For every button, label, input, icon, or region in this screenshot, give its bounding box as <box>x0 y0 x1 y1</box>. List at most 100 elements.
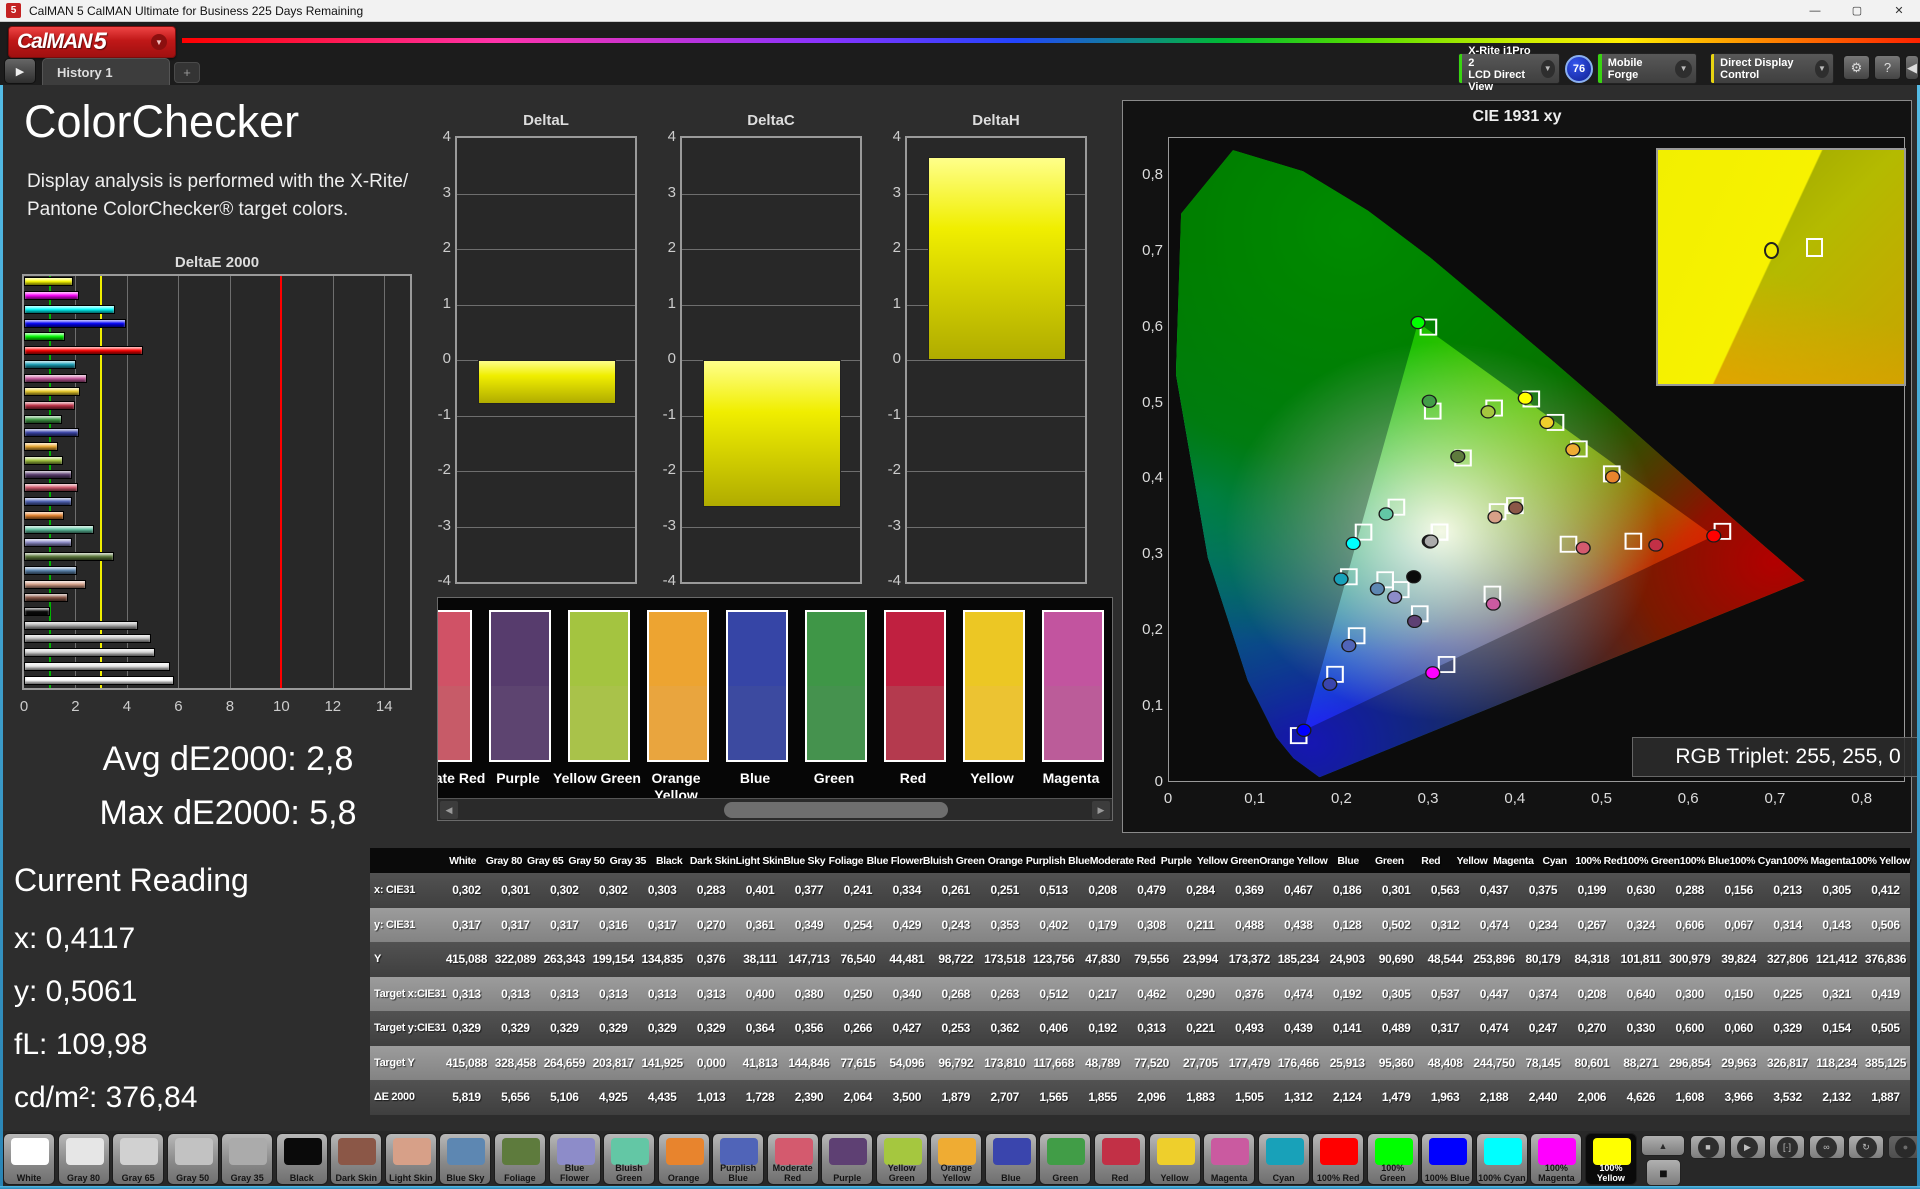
table-cell: 0,563 <box>1430 883 1460 898</box>
strip-scrollbar[interactable]: ◀ ▶ <box>438 798 1112 820</box>
scrollbar-thumb[interactable] <box>724 802 948 818</box>
patch-button-100-yellow[interactable]: 100% Yellow <box>1584 1133 1637 1185</box>
patch-button-gray-65[interactable]: Gray 65 <box>112 1133 165 1185</box>
minimize-button[interactable]: — <box>1794 0 1836 21</box>
patch-button-red[interactable]: Red <box>1094 1133 1146 1185</box>
single-measure-button[interactable]: [·] <box>1769 1135 1805 1159</box>
settings-gear-icon[interactable]: ⚙ <box>1843 55 1870 80</box>
y-tick-label: -3 <box>437 516 451 534</box>
deltae-bar <box>24 661 170 671</box>
table-header-row: White Gray 80 Gray 65 Gray 50 Gray 35 Black Da… <box>370 848 1910 873</box>
table-row-label: Target Y <box>374 1056 415 1069</box>
table-cell: 0,462 <box>1137 986 1166 1001</box>
patch-button-dark-skin[interactable]: Dark Skin <box>330 1133 383 1185</box>
patch-button-light-skin[interactable]: Light Skin <box>384 1133 437 1185</box>
chevron-down-icon: ▼ <box>1675 59 1692 78</box>
table-cell: 0,288 <box>1675 883 1705 898</box>
table-column-header: Cyan <box>1542 854 1567 867</box>
patch-button-green[interactable]: Green <box>1039 1133 1092 1185</box>
table-cell: 0,192 <box>1332 986 1362 1001</box>
gridline <box>457 526 635 528</box>
table-cell: 24,903 <box>1329 952 1365 967</box>
record-button[interactable]: ● <box>1887 1135 1920 1159</box>
table-cell: 0,234 <box>1528 917 1558 932</box>
refresh-button[interactable]: ↻ <box>1848 1135 1884 1159</box>
table-cell: 41,813 <box>742 1055 778 1070</box>
patch-button-yellow-green[interactable]: Yellow Green <box>875 1133 928 1185</box>
patch-swatch <box>963 610 1025 762</box>
patch-button-yellow[interactable]: Yellow <box>1148 1133 1201 1185</box>
patch-button-label: Red <box>1111 1172 1129 1183</box>
display-window-button[interactable]: ■ <box>1646 1159 1681 1186</box>
table-cell: 0,429 <box>892 917 922 932</box>
help-icon[interactable]: ? <box>1874 55 1901 80</box>
logo-version: 5 <box>93 28 107 55</box>
window-edge-left <box>0 85 3 1189</box>
scroll-right-icon[interactable]: ▶ <box>1092 801 1110 819</box>
patch-button-bluish-green[interactable]: Bluish Green <box>603 1133 656 1185</box>
patch-button-moderate-red[interactable]: Moderate Red <box>766 1133 819 1185</box>
add-tab-button[interactable]: + <box>174 62 200 83</box>
patch-color-chip <box>120 1138 159 1165</box>
patch-button-black[interactable]: Black <box>275 1133 328 1185</box>
table-cell: 0,505 <box>1871 1021 1900 1036</box>
table-cell: 0,502 <box>1381 917 1411 932</box>
table-cell: 29,963 <box>1721 1055 1757 1070</box>
stop-button[interactable]: ■ <box>1690 1135 1726 1159</box>
table-cell: 0,506 <box>1871 917 1900 932</box>
table-cell: 0,301 <box>1381 883 1411 898</box>
tab-history-1[interactable]: History 1 <box>42 58 170 85</box>
patch-button-purplish-blue[interactable]: Purplish Blue <box>712 1133 765 1185</box>
maximize-button[interactable]: ▢ <box>1836 0 1878 21</box>
y-tick-label: 1 <box>892 294 901 312</box>
patch-button-orange[interactable]: Orange <box>657 1133 710 1185</box>
play-button[interactable]: ▶ <box>1729 1135 1766 1159</box>
pattern-source-dropdown[interactable]: Mobile Forge ▼ <box>1597 53 1697 84</box>
y-tick-label: 1 <box>442 294 451 312</box>
patch-button-100-red[interactable]: 100% Red <box>1312 1133 1365 1185</box>
table-cell: 0,493 <box>1235 1021 1264 1036</box>
cie-x-tick-label: 0,3 <box>1417 790 1439 807</box>
table-cell: 0,314 <box>1773 917 1802 932</box>
patch-button-magenta[interactable]: Magenta <box>1203 1133 1256 1185</box>
table-cell: 327,806 <box>1767 952 1809 967</box>
table-cell: 0,154 <box>1822 1021 1851 1036</box>
patch-button-100-green[interactable]: 100% Green <box>1366 1133 1419 1185</box>
table-column-header: Purple <box>1160 854 1192 867</box>
patch-button-100-blue[interactable]: 100% Blue <box>1421 1133 1474 1185</box>
patch-button-blue-flower[interactable]: Blue Flower <box>548 1133 601 1185</box>
table-cell: 0,270 <box>696 917 726 932</box>
current-reading-title: Current Reading <box>14 862 249 898</box>
deltah-chart-title: DeltaH <box>972 112 1020 129</box>
patch-button-blue-sky[interactable]: Blue Sky <box>439 1133 492 1185</box>
patch-button-cyan[interactable]: Cyan <box>1257 1133 1310 1185</box>
meter-dropdown[interactable]: X-Rite i1Pro 2 LCD Direct View ▼ <box>1458 45 1560 93</box>
table-cell: 0,211 <box>1186 917 1215 932</box>
patch-button-gray-80[interactable]: Gray 80 <box>57 1133 110 1185</box>
display-control-dropdown[interactable]: Direct Display Control ▼ <box>1710 53 1834 84</box>
table-cell: 48,408 <box>1427 1055 1463 1070</box>
deltah-chart <box>905 136 1087 584</box>
patch-button-white[interactable]: White <box>3 1133 55 1185</box>
patch-button-orange-yellow[interactable]: Orange Yellow <box>930 1133 983 1185</box>
workflow-play-button[interactable]: ▶ <box>4 58 36 84</box>
table-cell: 253,896 <box>1473 952 1515 967</box>
page-title: ColorChecker <box>24 96 300 147</box>
collapse-up-button[interactable]: ▲ <box>1641 1135 1685 1156</box>
patch-button-foliage[interactable]: Foliage <box>493 1133 546 1185</box>
patch-button-100-magenta[interactable]: 100% Magenta <box>1530 1133 1583 1185</box>
close-button[interactable]: ✕ <box>1878 0 1920 21</box>
patch-button-blue[interactable]: Blue <box>984 1133 1037 1185</box>
patch-button-purple[interactable]: Purple <box>821 1133 874 1185</box>
table-column-header: Orange Yellow <box>1259 854 1328 867</box>
calman-logo-menu[interactable]: CalMAN 5 ▼ <box>8 26 176 58</box>
scroll-left-icon[interactable]: ◀ <box>440 801 458 819</box>
patch-button-gray-50[interactable]: Gray 50 <box>166 1133 219 1185</box>
patch-button-100-cyan[interactable]: 100% Cyan <box>1475 1133 1528 1185</box>
meter-count-badge[interactable]: 76 <box>1565 55 1593 83</box>
measured-point-icon <box>1575 541 1591 555</box>
patch-button-gray-35[interactable]: Gray 35 <box>221 1133 274 1185</box>
continuous-button[interactable]: ∞ <box>1808 1135 1845 1159</box>
measured-point-icon <box>1706 529 1722 543</box>
collapse-panel-icon[interactable]: ◀ <box>1905 55 1919 80</box>
